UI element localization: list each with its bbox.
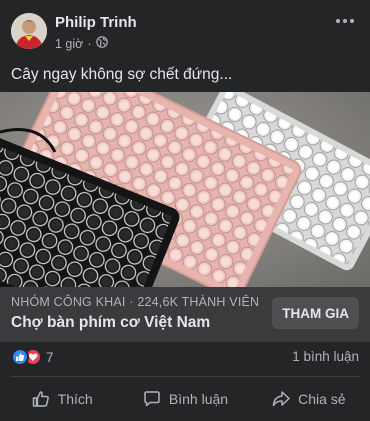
group-attachment[interactable]: NHÓM CÔNG KHAI · 224,6K THÀNH VIÊN Chợ b… (0, 287, 370, 342)
post-card: Philip Trinh 1 giờ · Cây ngay không sợ c… (0, 0, 370, 421)
thumbs-up-icon (31, 389, 51, 409)
group-name[interactable]: Chợ bàn phím cơ Việt Nam (11, 314, 210, 332)
comment-count[interactable]: 1 bình luận (292, 349, 359, 364)
share-label: Chia sẻ (298, 391, 346, 407)
like-reaction-icon (11, 348, 29, 366)
avatar[interactable] (11, 13, 47, 49)
like-label: Thích (57, 391, 93, 407)
group-label: NHÓM CÔNG KHAI · 224,6K THÀNH VIÊN (11, 295, 260, 309)
author-name[interactable]: Philip Trinh (55, 14, 137, 31)
share-button[interactable]: Chia sẻ (247, 377, 370, 421)
comment-label: Bình luận (168, 391, 229, 407)
like-button[interactable]: Thích (0, 377, 123, 421)
post-caption: Cây ngay không sợ chết đứng... (11, 66, 233, 83)
post-actions: Thích Bình luận Chia sẻ (0, 377, 370, 421)
post-meta: 1 giờ · (55, 36, 108, 51)
post-time[interactable]: 1 giờ (55, 37, 83, 51)
comment-icon (142, 389, 162, 409)
reaction-count: 7 (46, 349, 54, 365)
reaction-summary[interactable]: 7 (11, 348, 54, 366)
comment-button[interactable]: Bình luận (123, 377, 246, 421)
join-group-button[interactable]: THAM GIA (272, 297, 359, 329)
more-options-icon[interactable] (334, 10, 356, 32)
globe-icon (95, 36, 108, 51)
share-icon (271, 389, 291, 409)
meta-separator: · (87, 36, 92, 51)
mechanical-keyboards-photo[interactable] (0, 92, 370, 287)
